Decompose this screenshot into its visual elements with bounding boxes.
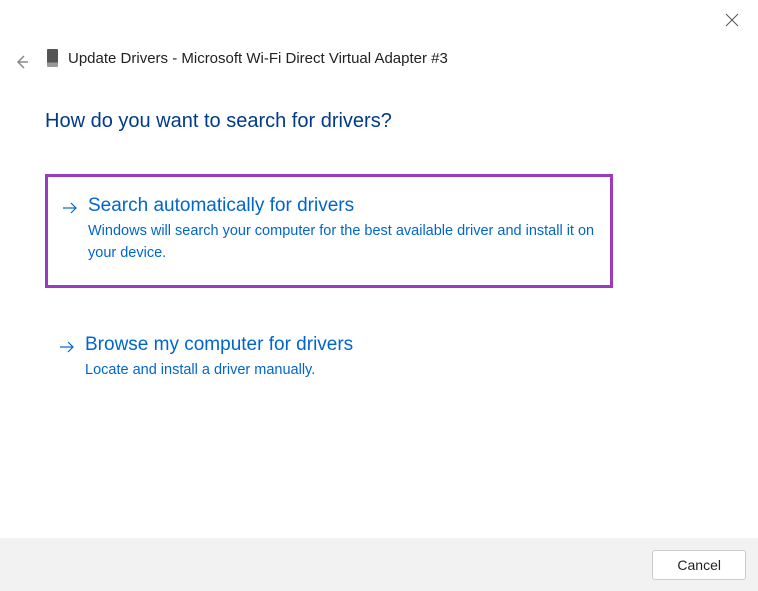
option-title: Search automatically for drivers [88,195,596,217]
option-browse-computer[interactable]: Browse my computer for drivers Locate an… [45,316,613,402]
close-button[interactable] [724,12,740,28]
option-description: Locate and install a driver manually. [85,360,599,382]
device-icon [47,49,58,67]
back-button[interactable] [12,53,30,71]
dialog-footer: Cancel [0,538,758,591]
back-arrow-icon [12,53,30,71]
option-search-automatically[interactable]: Search automatically for drivers Windows… [45,174,613,288]
arrow-right-icon [59,339,75,355]
arrow-right-icon [62,200,78,216]
close-icon [724,12,740,28]
dialog-header: Update Drivers - Microsoft Wi-Fi Direct … [47,49,448,67]
dialog-title: Update Drivers - Microsoft Wi-Fi Direct … [68,50,448,67]
option-description: Windows will search your computer for th… [88,221,596,265]
cancel-button[interactable]: Cancel [652,550,746,580]
option-title: Browse my computer for drivers [85,334,599,356]
question-heading: How do you want to search for drivers? [45,110,392,133]
